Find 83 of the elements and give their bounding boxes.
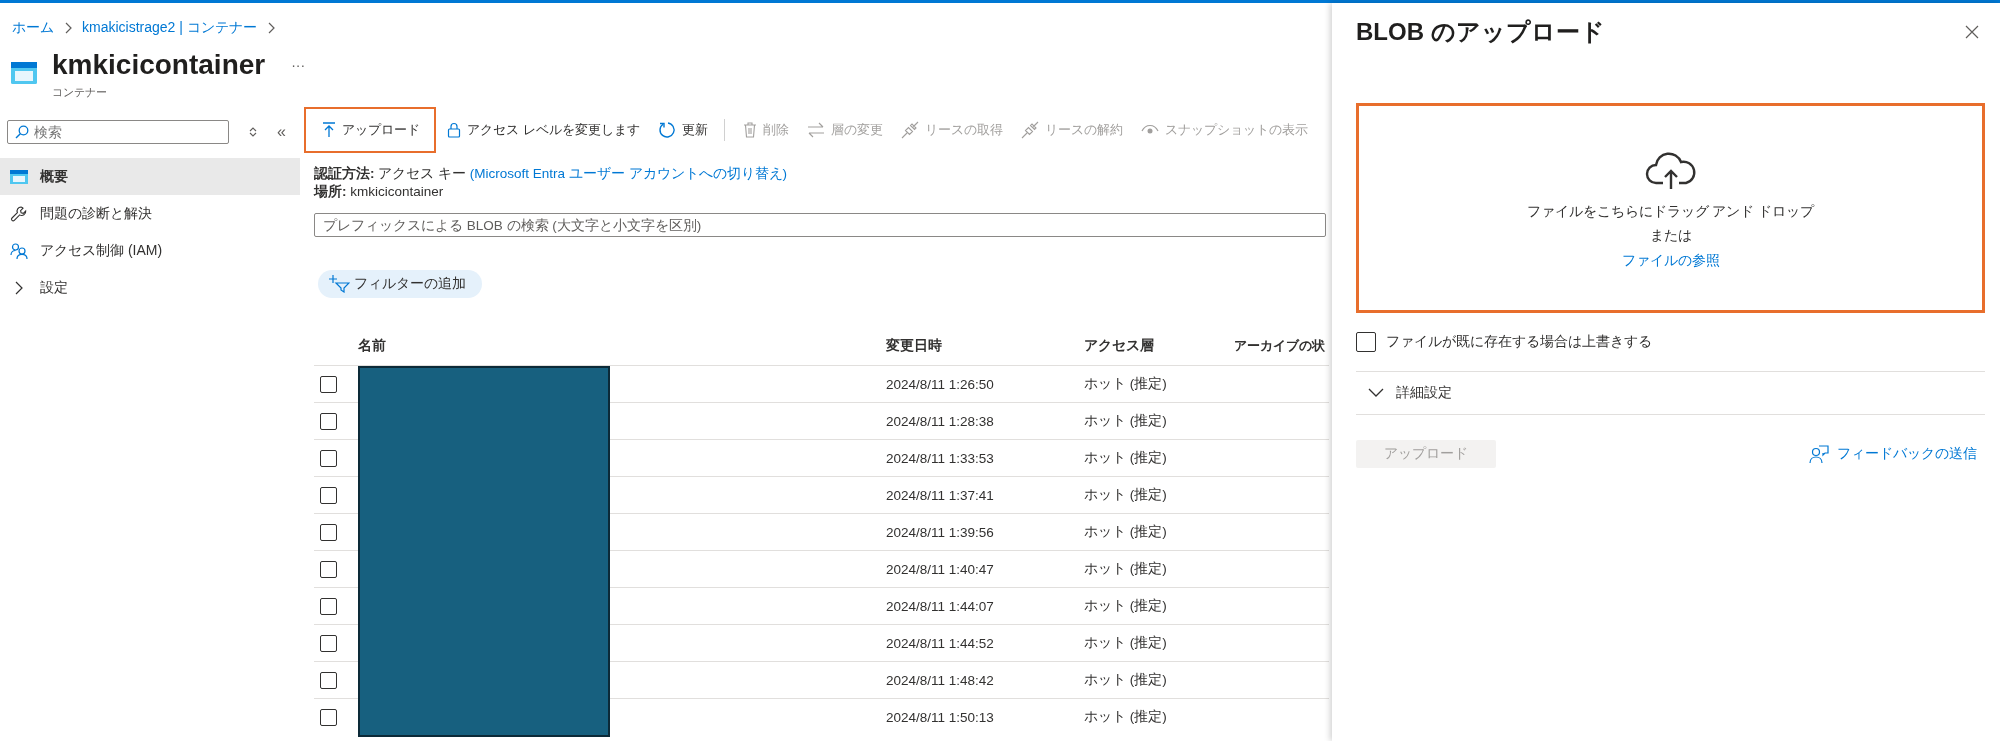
nav-item[interactable]: アクセス制御 (IAM) bbox=[0, 232, 300, 269]
table-cell-text: ホット (推定) bbox=[1084, 708, 1168, 726]
add-filter-button[interactable]: フィルターの追加 bbox=[318, 270, 482, 298]
feedback-link[interactable]: フィードバックの送信 bbox=[1809, 444, 1985, 464]
column-header: アーカイブの状 bbox=[1234, 337, 1325, 355]
table-cell-text: 2024/8/11 1:39:56 bbox=[886, 524, 995, 540]
panel-title: BLOB のアップロード bbox=[1356, 17, 1605, 47]
upload-icon bbox=[322, 122, 336, 138]
row-checkbox[interactable] bbox=[320, 523, 337, 541]
auth-method-text: 認証方法: アクセス キー (Microsoft Entra ユーザー アカウントへの切り替え) bbox=[314, 165, 789, 183]
more-button[interactable]: ··· bbox=[291, 57, 306, 73]
table-cell-text: ホット (推定) bbox=[1084, 671, 1168, 689]
table-cell-text: 2024/8/11 1:28:38 bbox=[886, 413, 995, 429]
row-checkbox[interactable] bbox=[320, 375, 337, 393]
column-header: 変更日時 bbox=[886, 337, 943, 355]
refresh-icon bbox=[657, 121, 676, 139]
table-cell-text: 2024/8/11 1:50:13 bbox=[886, 709, 995, 725]
search-field[interactable]: 検索 bbox=[7, 119, 229, 144]
table-cell-text: ホット (推定) bbox=[1084, 375, 1168, 393]
chevron-down-icon bbox=[1368, 388, 1384, 398]
eye-icon bbox=[1140, 124, 1159, 136]
wrench-icon bbox=[10, 204, 28, 223]
row-checkbox[interactable] bbox=[320, 634, 337, 652]
feedback-icon bbox=[1809, 444, 1829, 464]
nav-item[interactable]: 設定 bbox=[0, 269, 300, 306]
search-icon bbox=[15, 124, 29, 139]
table-cell-text: ホット (推定) bbox=[1084, 560, 1168, 578]
table-cell-text: 2024/8/11 1:37:41 bbox=[886, 487, 995, 503]
lock-icon bbox=[447, 122, 461, 138]
toolbar-button[interactable]: アップロード bbox=[304, 107, 436, 153]
link-icon bbox=[1020, 121, 1039, 139]
or-text: または bbox=[1649, 226, 1692, 245]
row-checkbox[interactable] bbox=[320, 597, 337, 615]
link-icon bbox=[900, 121, 919, 139]
close-icon[interactable] bbox=[1965, 25, 1979, 39]
row-checkbox[interactable] bbox=[320, 412, 337, 430]
nav-item[interactable]: 問題の診断と解決 bbox=[0, 195, 300, 232]
table-cell-text: 2024/8/11 1:26:50 bbox=[886, 376, 995, 392]
table-cell-text: 2024/8/11 1:44:07 bbox=[886, 598, 995, 614]
sort-icon[interactable] bbox=[249, 125, 257, 138]
table-cell-text: ホット (推定) bbox=[1084, 634, 1168, 652]
column-header: アクセス層 bbox=[1084, 337, 1155, 355]
location-text: 場所: kmkicicontainer bbox=[314, 183, 445, 201]
cloud-upload-icon bbox=[1644, 151, 1697, 191]
row-checkbox[interactable] bbox=[320, 671, 337, 689]
table-cell-text: ホット (推定) bbox=[1084, 523, 1168, 541]
chevron-right-icon bbox=[64, 22, 72, 34]
people-icon bbox=[10, 241, 28, 260]
table-cell-text: ホット (推定) bbox=[1084, 449, 1168, 467]
filter-add-icon bbox=[328, 275, 350, 293]
row-checkbox[interactable] bbox=[320, 708, 337, 726]
container-icon bbox=[10, 59, 38, 87]
toolbar-button[interactable]: 更新 bbox=[648, 107, 734, 153]
swap-icon bbox=[806, 122, 825, 138]
drop-instructions: ファイルをこちらにドラッグ アンド ドロップ bbox=[1526, 202, 1815, 221]
toolbar-button[interactable]: アクセス レベルを変更します bbox=[438, 107, 649, 153]
table-cell-text: 2024/8/11 1:48:42 bbox=[886, 672, 995, 688]
collapse-button[interactable]: « bbox=[277, 122, 286, 141]
chevron-right-icon bbox=[266, 22, 275, 34]
row-checkbox[interactable] bbox=[320, 486, 337, 504]
container-icon bbox=[10, 168, 28, 185]
drop-zone[interactable]: ファイルをこちらにドラッグ アンド ドロップ または ファイルの参照 bbox=[1356, 103, 1985, 313]
blob-search-field[interactable]: プレフィックスによる BLOB の検索 (大文字と小文字を区別) bbox=[314, 213, 1326, 237]
table-cell-text: 2024/8/11 1:40:47 bbox=[886, 561, 995, 577]
switch-account-link[interactable]: (Microsoft Entra ユーザー アカウントへの切り替え) bbox=[469, 166, 788, 181]
page-title: kmkicicontainer bbox=[52, 48, 266, 82]
table-cell-text: 2024/8/11 1:44:52 bbox=[886, 635, 995, 651]
breadcrumb-link[interactable]: kmakicistrage2 | コンテナー bbox=[82, 19, 257, 37]
nav-item[interactable]: 概要 bbox=[0, 158, 300, 195]
page-subtitle: コンテナー bbox=[52, 85, 108, 100]
row-checkbox[interactable] bbox=[320, 449, 337, 467]
checkbox-label: ファイルが既に存在する場合は上書きする bbox=[1386, 333, 1652, 351]
trash-icon bbox=[742, 122, 757, 138]
table-cell-text: ホット (推定) bbox=[1084, 412, 1168, 430]
table-cell-text: ホット (推定) bbox=[1084, 597, 1168, 615]
overwrite-checkbox[interactable] bbox=[1356, 332, 1376, 352]
table-cell-text: 2024/8/11 1:33:53 bbox=[886, 450, 995, 466]
column-header: 名前 bbox=[358, 337, 387, 355]
browse-files-link[interactable]: ファイルの参照 bbox=[1621, 249, 1720, 271]
table-cell-text: ホット (推定) bbox=[1084, 486, 1168, 504]
advanced-settings-toggle[interactable]: 詳細設定 bbox=[1356, 372, 1985, 415]
row-checkbox[interactable] bbox=[320, 560, 337, 578]
breadcrumb-link[interactable]: ホーム bbox=[12, 19, 54, 37]
